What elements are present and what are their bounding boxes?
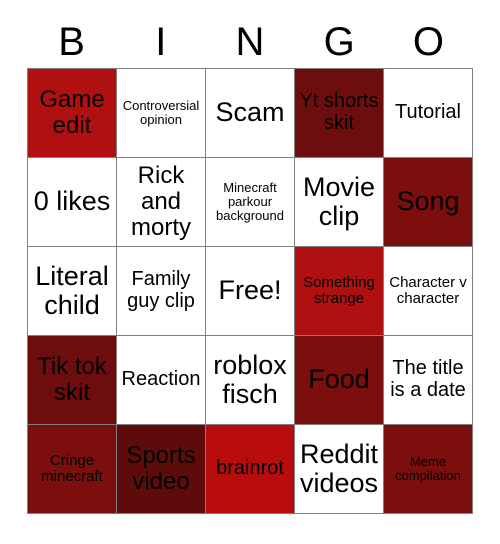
bingo-cell-label: 0 likes bbox=[33, 186, 111, 217]
bingo-cell[interactable]: roblox fisch bbox=[206, 336, 295, 425]
bingo-cell[interactable]: The title is a date bbox=[384, 336, 473, 425]
bingo-cell-label: Character v character bbox=[389, 273, 467, 307]
header-letter-g: G bbox=[323, 20, 355, 64]
bingo-header-row: B I N G O bbox=[27, 18, 473, 66]
bingo-cell[interactable]: Free! bbox=[206, 247, 295, 336]
bingo-cell-label: Song bbox=[396, 186, 460, 217]
bingo-cell-label: Food bbox=[308, 364, 370, 395]
bingo-cell-label: Tik tok skit bbox=[37, 353, 107, 406]
bingo-cell[interactable]: Something strange bbox=[295, 247, 384, 336]
bingo-cell[interactable]: Controversial opinion bbox=[117, 69, 206, 158]
bingo-cell[interactable]: Literal child bbox=[28, 247, 117, 336]
bingo-cell-label: Reddit videos bbox=[299, 438, 379, 498]
bingo-cell[interactable]: Movie clip bbox=[295, 158, 384, 247]
bingo-cell-label: Free! bbox=[218, 275, 282, 306]
bingo-cell-label: brainrot bbox=[216, 457, 284, 480]
bingo-cell-label: Tutorial bbox=[395, 101, 461, 124]
bingo-cell-label: Cringe minecraft bbox=[41, 451, 103, 485]
bingo-cell-label: Rick and morty bbox=[131, 162, 191, 241]
bingo-card: B I N G O Game edit Controversial opinion… bbox=[0, 0, 500, 544]
bingo-cell[interactable]: Cringe minecraft bbox=[28, 425, 117, 514]
bingo-cell[interactable]: Sports video bbox=[117, 425, 206, 514]
bingo-cell[interactable]: Food bbox=[295, 336, 384, 425]
bingo-cell[interactable]: Reaction bbox=[117, 336, 206, 425]
bingo-cell[interactable]: Rick and morty bbox=[117, 158, 206, 247]
bingo-cell[interactable]: Family guy clip bbox=[117, 247, 206, 336]
bingo-cell-label: Movie clip bbox=[302, 171, 376, 231]
bingo-cell[interactable]: Yt shorts skit bbox=[295, 69, 384, 158]
bingo-cell-label: The title is a date bbox=[390, 357, 466, 401]
bingo-cell-label: Game edit bbox=[39, 86, 105, 139]
bingo-cell-label: Reaction bbox=[121, 368, 201, 391]
bingo-cell-label: Controversial opinion bbox=[122, 97, 200, 127]
bingo-cell-label: Yt shorts skit bbox=[299, 90, 379, 134]
header-letter-n: N bbox=[235, 20, 265, 64]
bingo-cell[interactable]: 0 likes bbox=[28, 158, 117, 247]
bingo-cell[interactable]: Minecraft parkour background bbox=[206, 158, 295, 247]
bingo-cell[interactable]: Song bbox=[384, 158, 473, 247]
bingo-cell-label: Something strange bbox=[303, 273, 375, 307]
bingo-cell[interactable]: Game edit bbox=[28, 69, 117, 158]
bingo-cell-label: Scam bbox=[215, 97, 285, 128]
bingo-cell[interactable]: Scam bbox=[206, 69, 295, 158]
bingo-cell-label: Sports video bbox=[126, 442, 196, 495]
bingo-grid: Game edit Controversial opinion Scam Yt sho… bbox=[27, 68, 473, 514]
bingo-cell[interactable]: Tik tok skit bbox=[28, 336, 117, 425]
bingo-cell[interactable]: brainrot bbox=[206, 425, 295, 514]
bingo-cell[interactable]: Reddit videos bbox=[295, 425, 384, 514]
bingo-cell[interactable]: Tutorial bbox=[384, 69, 473, 158]
header-letter-o: O bbox=[412, 20, 444, 64]
bingo-cell-label: Family guy clip bbox=[127, 268, 195, 312]
bingo-cell[interactable]: Character v character bbox=[384, 247, 473, 336]
header-letter-i: I bbox=[155, 20, 167, 64]
bingo-cell-label: Literal child bbox=[35, 260, 109, 320]
bingo-cell-label: roblox fisch bbox=[213, 349, 287, 409]
bingo-cell-label: Minecraft parkour background bbox=[216, 179, 284, 224]
header-letter-b: B bbox=[58, 20, 85, 64]
bingo-cell-label: Meme compilation bbox=[395, 453, 461, 483]
bingo-cell[interactable]: Meme compilation bbox=[384, 425, 473, 514]
